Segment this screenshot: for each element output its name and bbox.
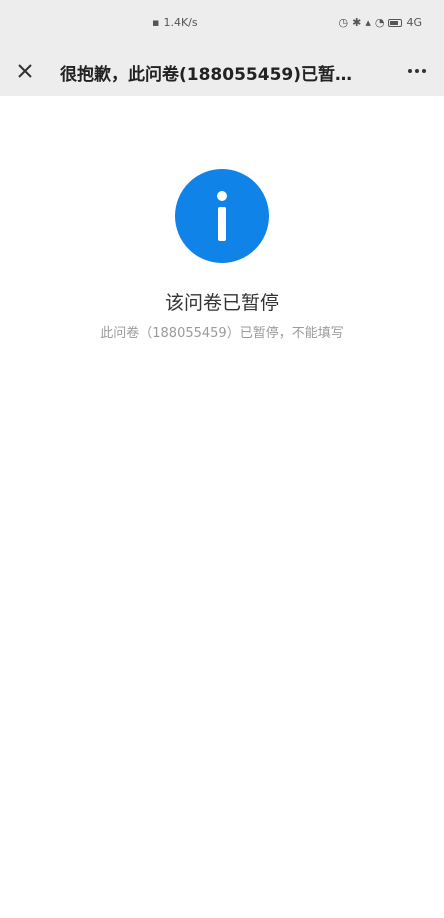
status-right: ◷ ✱ ▴ ◔ 4G (339, 16, 423, 29)
title-bar: 很抱歉，此问卷(188055459)已暂… (0, 46, 444, 96)
wifi-icon: ◔ (374, 16, 385, 29)
signal-icon: ▴ (365, 16, 371, 29)
status-bar: ▪ 1.4K/s ◷ ✱ ▴ ◔ 4G (0, 0, 444, 46)
close-button[interactable] (10, 56, 40, 86)
more-button[interactable] (402, 56, 432, 86)
network-speed: 1.4K/s (163, 16, 198, 29)
bluetooth-icon: ✱ (352, 16, 362, 29)
info-icon (175, 169, 269, 263)
message-description: 此问卷（188055459）已暂停，不能填写 (100, 326, 344, 341)
more-icon (408, 69, 426, 73)
status-center: ▪ 1.4K/s (152, 16, 198, 29)
network-type: 4G (406, 16, 422, 29)
battery-icon (388, 18, 403, 27)
close-icon (18, 64, 32, 78)
page-title: 很抱歉，此问卷(188055459)已暂… (60, 65, 352, 85)
alarm-icon: ◷ (338, 16, 349, 29)
notification-icon: ▪ (152, 16, 160, 29)
message-title: 该问卷已暂停 (164, 292, 279, 314)
